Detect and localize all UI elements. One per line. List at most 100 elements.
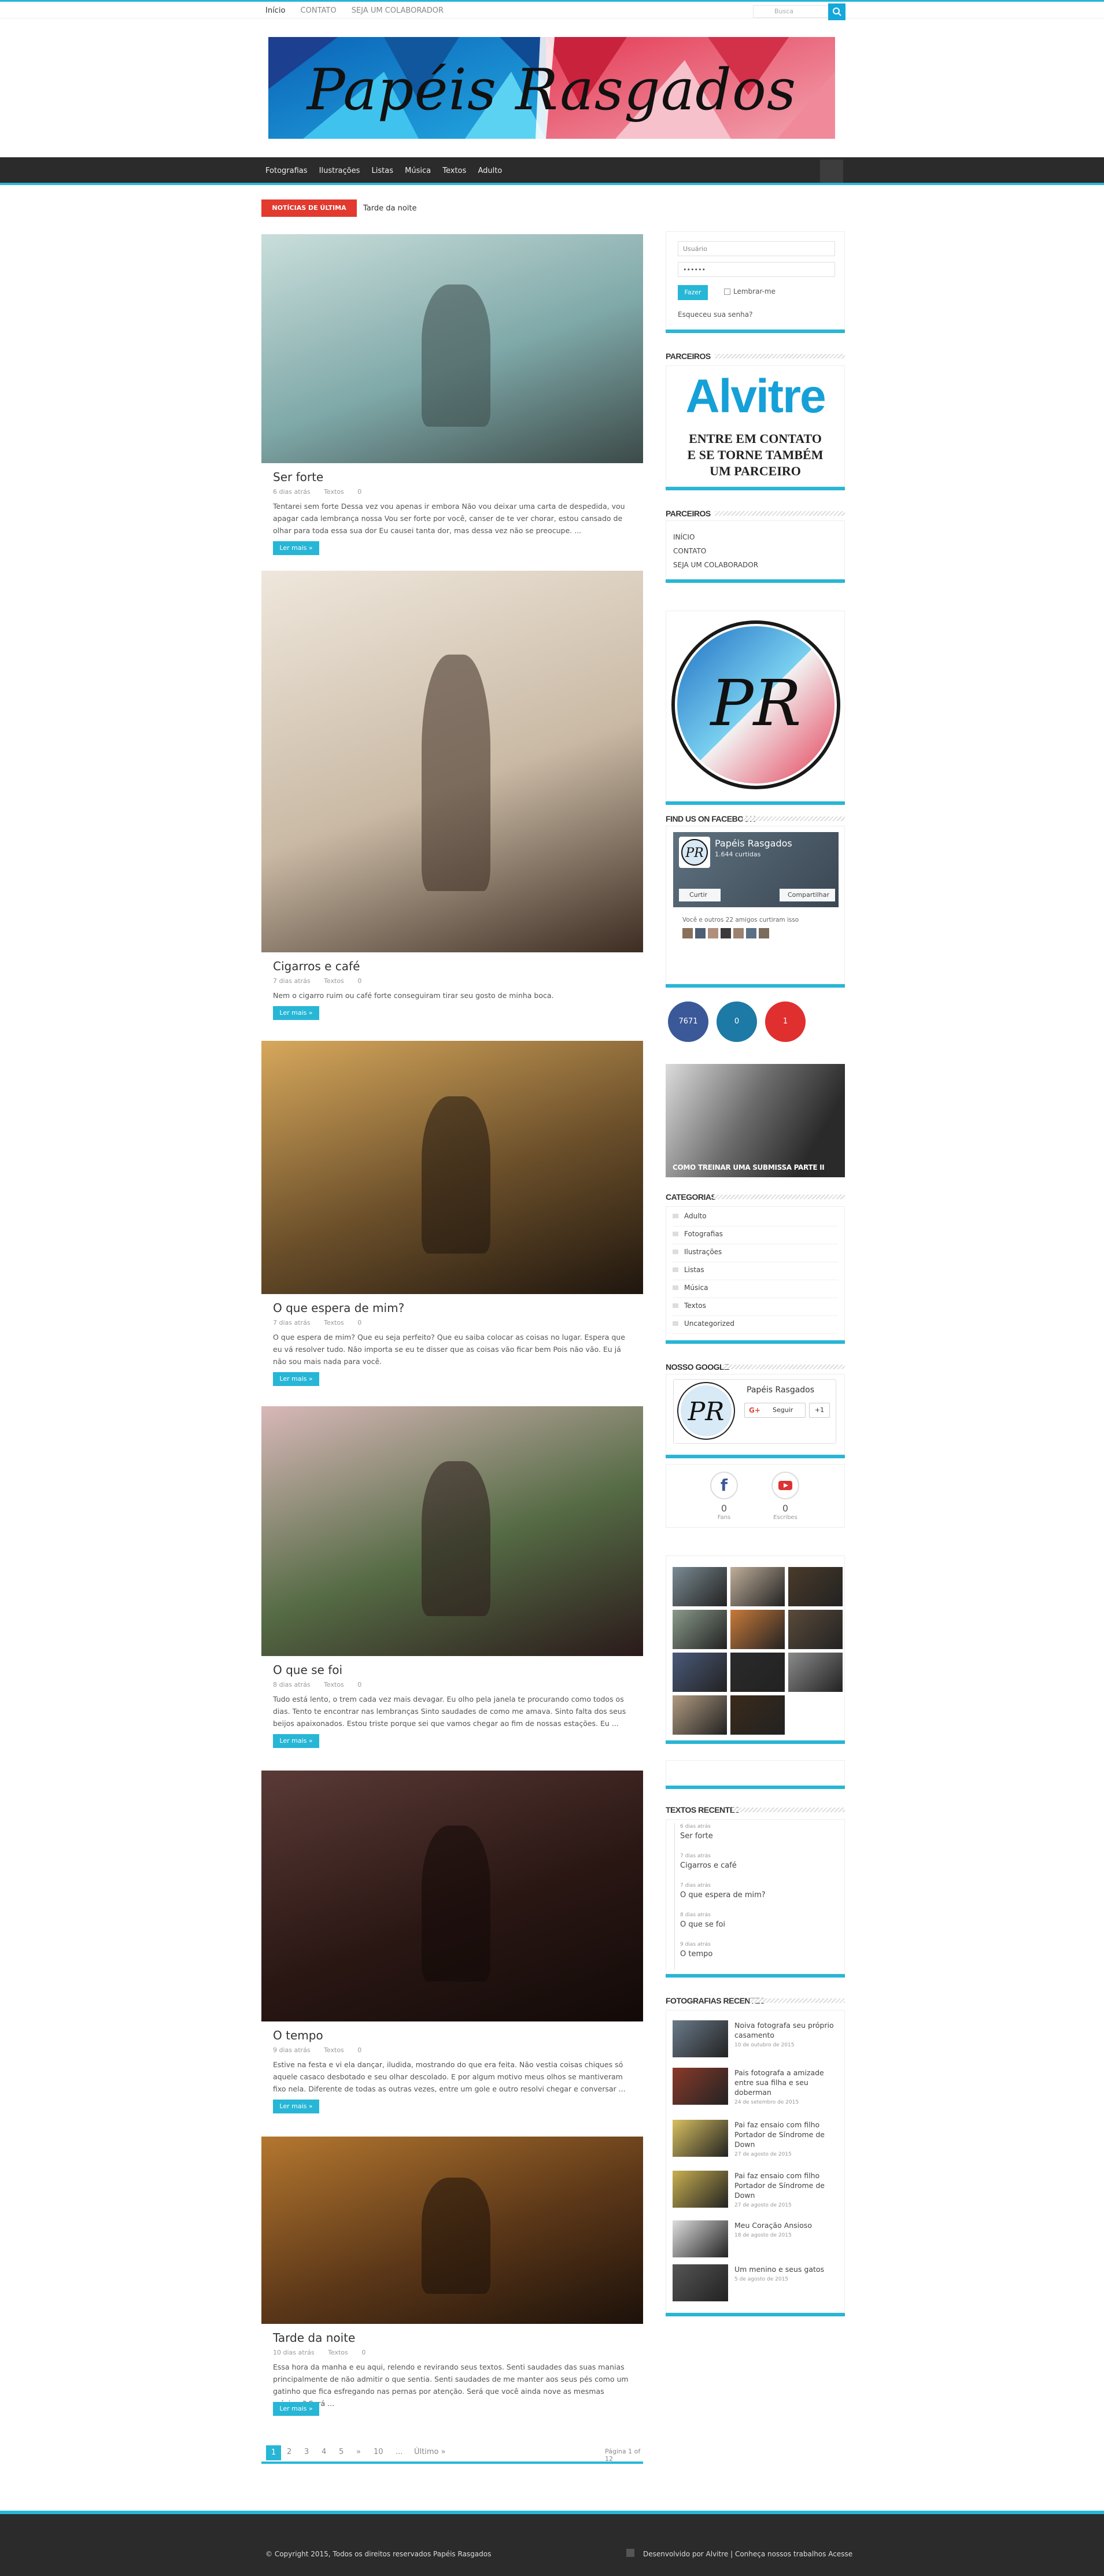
gallery-thumbnail[interactable] [730,1567,785,1606]
facebook-counter[interactable]: 7671 [668,1001,708,1042]
gallery-thumbnail[interactable] [788,1610,843,1649]
recent-text-title[interactable]: O tempo [680,1950,712,1958]
category-uncategorized[interactable]: Uncategorized [673,1316,838,1334]
recent-photo-thumbnail[interactable] [673,2020,728,2057]
page-next[interactable]: » [356,2448,361,2456]
partner-link-contato[interactable]: CONTATO [673,544,758,558]
password-input[interactable]: •••••• [678,262,835,277]
gallery-thumbnail[interactable] [730,1653,785,1692]
read-more-button[interactable]: Ler mais » [273,2402,319,2416]
page-link[interactable]: 2 [287,2448,291,2456]
breaking-link[interactable]: Tarde da noite [363,204,417,213]
gallery-thumbnail[interactable] [788,1653,843,1692]
remember-checkbox[interactable] [724,289,730,295]
partner-ad[interactable]: Alvitre ENTRE EM CONTATO E SE TORNE TAMB… [666,365,845,487]
nav-item-textos[interactable]: Textos [442,167,466,175]
page-last[interactable]: Último » [414,2448,446,2456]
twitter-counter[interactable]: 0 [717,1001,757,1042]
page-link[interactable]: 3 [304,2448,309,2456]
google-page-name[interactable]: Papéis Rasgados [747,1385,814,1395]
page-link[interactable]: 4 [322,2448,326,2456]
read-more-button[interactable]: Ler mais » [273,2100,319,2113]
recent-photo-thumbnail[interactable] [673,2068,728,2105]
facebook-cover[interactable]: PR Papéis Rasgados 1.644 curtidas Curtir… [673,832,839,907]
rss-icon[interactable] [626,2549,634,2557]
post-comments[interactable]: 0 [361,2349,365,2356]
recent-text-title[interactable]: O que se foi [680,1920,725,1929]
page-current[interactable]: 1 [266,2445,281,2460]
post-category[interactable]: Textos [324,977,344,985]
facebook-share-button[interactable]: Compartilhar [780,889,835,901]
recent-photo-thumbnail[interactable] [673,2171,728,2208]
top-link-inicio[interactable]: Início [265,6,285,15]
post-category[interactable]: Textos [324,2046,344,2054]
category-musica[interactable]: Música [673,1280,838,1298]
facebook-like-button[interactable]: Curtir [679,889,721,901]
post-comments[interactable]: 0 [357,1681,361,1688]
random-post-button[interactable] [820,160,843,183]
username-input[interactable]: Usuário [678,241,835,256]
post-image[interactable] [261,2137,643,2324]
post-comments[interactable]: 0 [357,488,361,496]
category-ilustracoes[interactable]: Ilustrações [673,1244,838,1262]
recent-photo-title[interactable]: Pai faz ensaio com filho Portador de Sín… [734,2171,839,2200]
site-banner[interactable]: Papéis Rasgados [268,37,835,139]
nav-item-adulto[interactable]: Adulto [478,167,502,175]
post-image[interactable] [261,571,643,952]
post-image[interactable] [261,1771,643,2021]
recent-photo-thumbnail[interactable] [673,2264,728,2301]
gallery-thumbnail[interactable] [788,1567,843,1606]
recent-text-title[interactable]: Ser forte [680,1832,713,1840]
post-comments[interactable]: 0 [357,977,361,985]
partner-link-inicio[interactable]: INÍCIO [673,530,758,544]
featured-post[interactable]: COMO TREINAR UMA SUBMISSA PARTE II [666,1064,845,1177]
category-listas[interactable]: Listas [673,1262,838,1280]
post-title[interactable]: Cigarros e café [273,959,360,973]
top-link-colaborador[interactable]: SEJA UM COLABORADOR [352,6,444,15]
footer-credits[interactable]: Desenvolvido por Alvitre | Conheça nosso… [643,2550,852,2558]
post-title[interactable]: O que espera de mim? [273,1301,404,1315]
post-image[interactable] [261,234,643,463]
top-link-contato[interactable]: CONTATO [301,6,337,15]
facebook-icon[interactable]: f [710,1472,738,1499]
post-comments[interactable]: 0 [357,1319,361,1326]
read-more-button[interactable]: Ler mais » [273,1734,319,1748]
recent-photo-title[interactable]: Um menino e seus gatos [734,2264,839,2274]
search-input[interactable]: Busca [774,8,793,15]
nav-item-ilustracoes[interactable]: Ilustrações [319,167,360,175]
recent-photo-thumbnail[interactable] [673,2220,728,2257]
category-adulto[interactable]: Adulto [673,1208,838,1226]
category-fotografias[interactable]: Fotografias [673,1226,838,1244]
nav-item-musica[interactable]: Música [405,167,431,175]
read-more-button[interactable]: Ler mais » [273,1372,319,1386]
post-comments[interactable]: 0 [357,2046,361,2054]
post-title[interactable]: Ser forte [273,470,323,484]
gallery-thumbnail[interactable] [673,1610,727,1649]
logo-widget[interactable]: PR [666,611,845,801]
nav-item-fotografias[interactable]: Fotografias [265,167,308,175]
gallery-thumbnail[interactable] [673,1567,727,1606]
featured-caption[interactable]: COMO TREINAR UMA SUBMISSA PARTE II [673,1163,825,1171]
post-category[interactable]: Textos [324,488,344,496]
read-more-button[interactable]: Ler mais » [273,541,319,555]
category-textos[interactable]: Textos [673,1298,838,1316]
post-category[interactable]: Textos [324,1319,344,1326]
post-category[interactable]: Textos [324,1681,344,1688]
recent-photo-title[interactable]: Pai faz ensaio com filho Portador de Sín… [734,2120,839,2149]
youtube-counter[interactable]: 1 [765,1001,806,1042]
gallery-thumbnail[interactable] [730,1610,785,1649]
facebook-page-name[interactable]: Papéis Rasgados [715,838,792,849]
gallery-thumbnail[interactable] [673,1695,727,1735]
youtube-icon[interactable] [771,1472,799,1499]
recent-text-title[interactable]: Cigarros e café [680,1861,737,1870]
page-link[interactable]: 10 [374,2448,383,2456]
nav-item-listas[interactable]: Listas [372,167,393,175]
post-title[interactable]: O tempo [273,2028,323,2042]
post-category[interactable]: Textos [328,2349,348,2356]
read-more-button[interactable]: Ler mais » [273,1006,319,1020]
recent-photo-thumbnail[interactable] [673,2120,728,2157]
post-title[interactable]: Tarde da noite [273,2331,355,2345]
google-plusone-button[interactable]: +1 [809,1403,830,1418]
recent-photo-title[interactable]: Noiva fotografa seu próprio casamento [734,2020,839,2040]
login-button[interactable]: Fazer [678,285,708,300]
